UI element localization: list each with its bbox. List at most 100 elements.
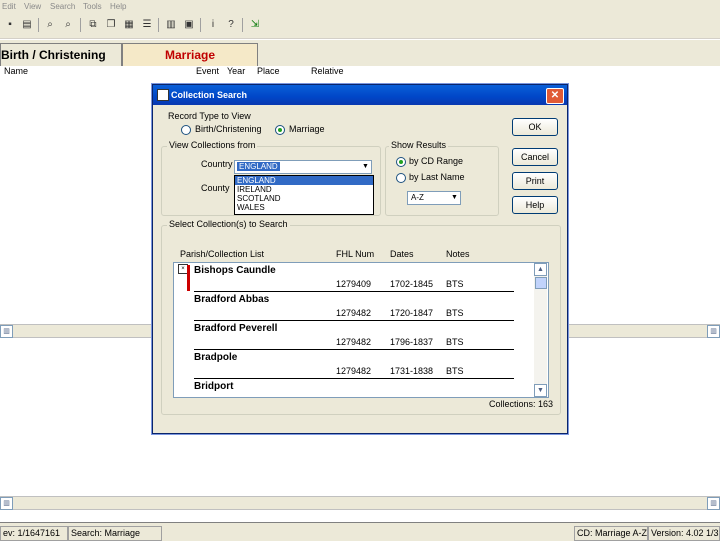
scroll-right-icon[interactable]: ▥ (707, 497, 720, 510)
by-last-name-label: by Last Name (409, 172, 465, 182)
scroll-up-icon[interactable]: ▲ (534, 263, 547, 276)
find-icon[interactable]: ⌕ (43, 18, 57, 32)
help-icon[interactable]: ? (224, 18, 238, 32)
list-item[interactable]: Bradford Peverell 1279482 1796-1837 BTS (174, 323, 534, 352)
header-parish: Parish/Collection List (180, 249, 265, 259)
radio-marriage[interactable] (275, 125, 285, 135)
row-divider (194, 378, 514, 379)
country-option[interactable]: WALES (235, 203, 373, 212)
radio-birth-label: Birth/Christening (195, 124, 262, 134)
country-dropdown-list[interactable]: ENGLAND IRELAND SCOTLAND WALES (234, 175, 374, 215)
columns-icon[interactable]: ▥ (164, 18, 178, 32)
country-label: Country (201, 159, 233, 169)
collections-count: Collections: 163 (489, 399, 554, 409)
notes: BTS (446, 366, 464, 376)
parish-name: Bridport (194, 381, 234, 392)
country-option[interactable]: SCOTLAND (235, 194, 373, 203)
notes: BTS (446, 337, 464, 347)
tab-marriage[interactable]: Marriage (122, 43, 258, 66)
column-event[interactable]: Event (196, 66, 219, 76)
select-collections-label: Select Collection(s) to Search (167, 219, 290, 229)
toolbar-separator (80, 18, 81, 32)
menu-edit[interactable]: Edit (2, 2, 16, 11)
chevron-down-icon[interactable]: ▼ (449, 192, 460, 204)
print-icon[interactable]: ▤ (20, 18, 34, 32)
menu-help[interactable]: Help (110, 2, 126, 11)
status-record: ev: 1/1647161 (0, 526, 68, 541)
vertical-scrollbar[interactable]: ▲ ▼ (534, 263, 547, 397)
country-option[interactable]: ENGLAND (235, 176, 373, 185)
info-icon[interactable]: i (206, 18, 220, 32)
country-option[interactable]: IRELAND (235, 185, 373, 194)
menu-search[interactable]: Search (50, 2, 75, 11)
dates: 1720-1847 (390, 308, 434, 318)
horizontal-scrollbar[interactable]: ▥ (0, 324, 152, 338)
find-next-icon[interactable]: ⌕ (61, 18, 75, 32)
horizontal-scrollbar-lower[interactable]: ▥ ▥ (0, 496, 720, 510)
toolbar-separator (38, 18, 39, 32)
help-button[interactable]: Help (512, 196, 558, 214)
radio-by-last-name[interactable] (396, 173, 406, 183)
status-version: Version: 4.02 1/31/ (648, 526, 720, 541)
results-column-headers: Name Event Year Place Relative (0, 66, 720, 78)
merge-icon[interactable]: ⧉ (86, 18, 100, 32)
status-search: Search: Marriage (68, 526, 162, 541)
column-name[interactable]: Name (4, 66, 28, 76)
copy-icon[interactable]: ❐ (104, 18, 118, 32)
notes: BTS (446, 308, 464, 318)
scroll-left-icon[interactable]: ▥ (0, 497, 13, 510)
close-icon[interactable]: ✕ (546, 88, 564, 104)
cancel-button[interactable]: Cancel (512, 148, 558, 166)
notes: BTS (446, 279, 464, 289)
range-select[interactable]: A-Z ▼ (407, 191, 461, 205)
country-select[interactable]: ENGLAND ▼ (234, 160, 372, 174)
scroll-thumb[interactable] (535, 277, 547, 289)
scroll-down-icon[interactable]: ▼ (534, 384, 547, 397)
column-relative[interactable]: Relative (311, 66, 344, 76)
ok-button[interactable]: OK (512, 118, 558, 136)
exit-icon[interactable]: ⇲ (248, 18, 262, 32)
chevron-down-icon[interactable]: ▼ (360, 161, 371, 173)
record-type-label: Record Type to View (168, 111, 251, 121)
list-icon[interactable]: ☰ (140, 18, 154, 32)
row-divider (194, 291, 514, 292)
county-label: County (201, 183, 230, 193)
fhl-num: 1279482 (336, 337, 372, 347)
horizontal-scrollbar[interactable]: ▥ (566, 324, 720, 338)
menu-tools[interactable]: Tools (83, 2, 102, 11)
menu-view[interactable]: View (24, 2, 41, 11)
fhl-num: 1279482 (336, 308, 372, 318)
list-item[interactable]: Bishops Caundle 1279409 1702-1845 BTS (174, 265, 534, 294)
show-results-label: Show Results (389, 140, 449, 150)
list-item[interactable]: Bridport (174, 381, 534, 397)
book-icon[interactable]: ▣ (182, 18, 196, 32)
dialog-title: Collection Search (171, 90, 248, 100)
row-divider (194, 349, 514, 350)
scroll-left-icon[interactable]: ▥ (0, 325, 13, 338)
country-value: ENGLAND (237, 162, 280, 171)
toolbar-separator (242, 18, 243, 32)
column-year[interactable]: Year (227, 66, 245, 76)
status-cd: CD: Marriage A-Z (574, 526, 648, 541)
collection-list[interactable]: × Bishops Caundle 1279409 1702-1845 BTS … (173, 262, 549, 398)
tab-birth-christening[interactable]: Birth / Christening (0, 43, 122, 66)
list-item[interactable]: Bradpole 1279482 1731-1838 BTS (174, 352, 534, 381)
column-place[interactable]: Place (257, 66, 280, 76)
dialog-title-bar[interactable]: Collection Search ✕ (153, 85, 567, 105)
view-collections-label: View Collections from (167, 140, 258, 150)
by-cd-range-label: by CD Range (409, 156, 464, 166)
header-dates: Dates (390, 249, 414, 259)
save-icon[interactable]: ▪ (3, 18, 17, 32)
list-item[interactable]: Bradford Abbas 1279482 1720-1847 BTS (174, 294, 534, 323)
toolbar-separator (200, 18, 201, 32)
paste-icon[interactable]: ▦ (122, 18, 136, 32)
radio-birth-christening[interactable] (181, 125, 191, 135)
header-fhl-num: FHL Num (336, 249, 375, 259)
radio-by-cd-range[interactable] (396, 157, 406, 167)
scroll-right-icon[interactable]: ▥ (707, 325, 720, 338)
parish-name: Bishops Caundle (194, 265, 276, 276)
dates: 1702-1845 (390, 279, 434, 289)
print-button[interactable]: Print (512, 172, 558, 190)
dates: 1731-1838 (390, 366, 434, 376)
fhl-num: 1279409 (336, 279, 372, 289)
